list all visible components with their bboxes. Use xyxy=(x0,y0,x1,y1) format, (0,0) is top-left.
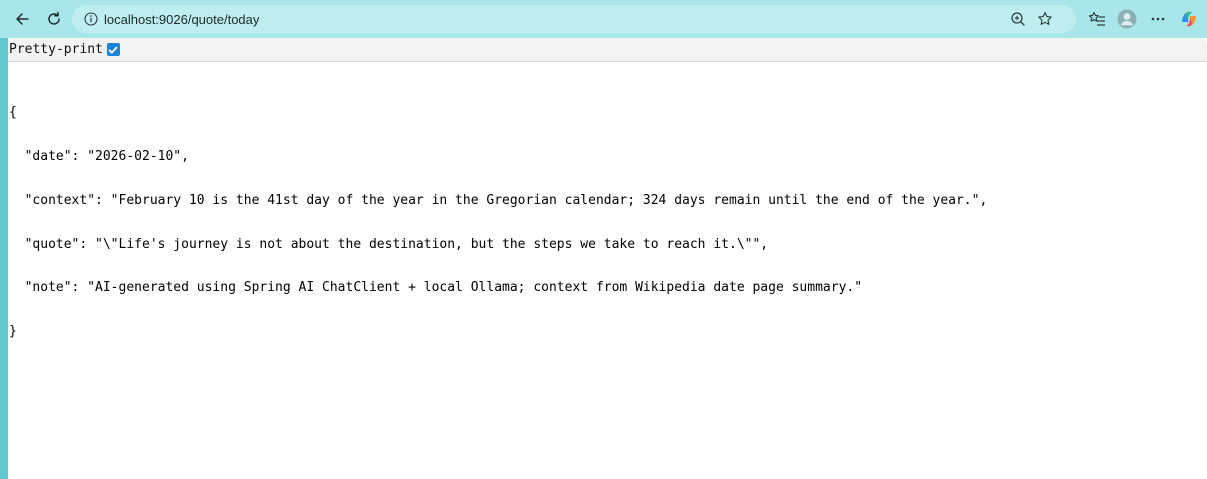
address-bar[interactable]: localhost:9026/quote/today xyxy=(72,5,1076,33)
pretty-print-bar: Pretty-print xyxy=(8,38,1207,62)
favorites-list-icon[interactable] xyxy=(1085,7,1109,31)
browser-window: localhost:9026/quote/today Pretty-print … xyxy=(0,0,1207,479)
url-text[interactable]: localhost:9026/quote/today xyxy=(104,12,259,27)
json-line-context: "context": "February 10 is the 41st day … xyxy=(24,192,988,208)
more-options-icon[interactable] xyxy=(1146,7,1170,31)
pretty-print-label: Pretty-print xyxy=(9,42,103,57)
copilot-icon[interactable] xyxy=(1177,7,1201,31)
json-line-quote: "quote": "\"Life's journey is not about … xyxy=(24,236,769,252)
json-viewer: { "date": "2026-02-10", "context": "Febr… xyxy=(9,77,987,369)
profile-avatar-icon[interactable] xyxy=(1115,7,1139,31)
pretty-print-checkbox[interactable] xyxy=(106,43,120,56)
zoom-in-icon[interactable] xyxy=(1009,10,1027,28)
json-line-date: "date": "2026-02-10", xyxy=(24,148,189,164)
back-arrow-icon[interactable] xyxy=(10,7,34,31)
json-line-note: "note": "AI-generated using Spring AI Ch… xyxy=(24,280,863,296)
info-icon[interactable] xyxy=(84,12,98,26)
checkmark-icon xyxy=(109,46,118,53)
json-open-brace: { xyxy=(9,105,17,121)
refresh-icon[interactable] xyxy=(42,7,66,31)
browser-toolbar: localhost:9026/quote/today xyxy=(0,0,1207,38)
star-icon[interactable] xyxy=(1036,10,1054,28)
json-close-brace: } xyxy=(9,324,17,340)
page-content: Pretty-print { "date": "2026-02-10", "co… xyxy=(8,38,1207,479)
